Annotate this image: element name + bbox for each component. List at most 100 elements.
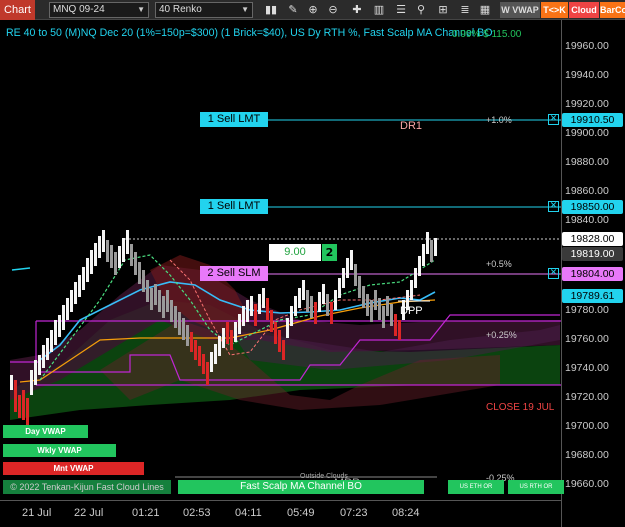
renko-brick bbox=[194, 340, 197, 360]
renko-brick bbox=[414, 268, 417, 288]
time-tick: 04:11 bbox=[235, 507, 262, 519]
pct-025-label: +0.25% bbox=[486, 330, 517, 340]
close-label: CLOSE 19 JUL bbox=[486, 402, 555, 413]
indicators-icon[interactable]: ⊞ bbox=[436, 3, 450, 17]
instrument-selector[interactable]: MNQ 09-24 ▼ bbox=[49, 2, 149, 18]
renko-brick bbox=[366, 294, 369, 316]
renko-brick bbox=[218, 336, 221, 356]
renko-brick bbox=[114, 252, 117, 275]
renko-brick bbox=[386, 296, 389, 316]
renko-brick bbox=[370, 300, 373, 322]
renko-brick bbox=[306, 290, 309, 312]
renko-brick bbox=[274, 322, 277, 344]
chevron-down-icon: ▼ bbox=[241, 5, 249, 14]
price-tick: 19900.00 bbox=[565, 127, 609, 139]
renko-brick bbox=[226, 322, 229, 344]
cloud-lines-credit: © 2022 Tenkan-Kijun Fast Cloud Lines bbox=[3, 480, 171, 494]
renko-brick bbox=[326, 294, 329, 316]
cancel-order-1-icon[interactable]: ✕ bbox=[548, 114, 559, 125]
sell-slm-order[interactable]: 2 Sell SLM bbox=[200, 266, 268, 281]
renko-brick bbox=[174, 306, 177, 328]
renko-brick bbox=[186, 325, 189, 346]
drawing-tools-icon[interactable]: ▦ bbox=[478, 3, 492, 17]
us-rth-or-button[interactable]: US RTH OR bbox=[508, 480, 564, 494]
mnt-vwap-button[interactable]: Mnt VWAP bbox=[3, 462, 144, 475]
renko-brick bbox=[294, 296, 297, 316]
renko-brick bbox=[66, 298, 69, 320]
renko-brick bbox=[426, 232, 429, 254]
cancel-order-2-icon[interactable]: ✕ bbox=[548, 201, 559, 212]
renko-brick bbox=[362, 286, 365, 308]
sell-lmt-order-2[interactable]: 1 Sell LMT bbox=[200, 199, 268, 214]
bars-icon[interactable]: ▮▮ bbox=[264, 3, 278, 17]
renko-brick bbox=[158, 290, 161, 312]
renko-brick bbox=[42, 345, 45, 368]
cancel-order-3-icon[interactable]: ✕ bbox=[548, 268, 559, 279]
pencil-icon[interactable]: ✎ bbox=[286, 3, 300, 17]
renko-brick bbox=[34, 360, 37, 385]
price-tick: 19840.00 bbox=[565, 214, 609, 226]
renko-brick bbox=[54, 320, 57, 345]
crosshair-icon[interactable]: ✚ bbox=[350, 3, 364, 17]
zoom-in-icon[interactable]: ⊕ bbox=[306, 3, 320, 17]
position-pnl[interactable]: 9.00 bbox=[269, 244, 321, 261]
tk-button[interactable]: T<>K bbox=[541, 2, 568, 18]
position-quantity[interactable]: 2 bbox=[322, 244, 337, 261]
fast-scalp-button[interactable]: Fast Scalp MA Channel BO bbox=[178, 480, 424, 494]
renko-brick bbox=[10, 375, 13, 390]
sell-slm-price-tag: 19804.00 bbox=[562, 267, 623, 281]
renko-brick bbox=[146, 280, 149, 302]
renko-brick bbox=[374, 290, 377, 310]
price-tick: 19760.00 bbox=[565, 333, 609, 345]
price-tick: 19660.00 bbox=[565, 478, 609, 490]
price-tick: 19700.00 bbox=[565, 420, 609, 432]
renko-brick bbox=[210, 352, 213, 372]
sell-lmt-1-price-tag: 19910.50 bbox=[562, 113, 623, 127]
renko-brick bbox=[214, 344, 217, 364]
price-tick: 19740.00 bbox=[565, 362, 609, 374]
layers-icon[interactable]: ☰ bbox=[394, 3, 408, 17]
renko-brick bbox=[86, 258, 89, 282]
renko-brick bbox=[262, 288, 265, 308]
renko-brick bbox=[74, 282, 77, 304]
renko-brick bbox=[30, 370, 33, 395]
w-vwap-button[interactable]: W VWAP bbox=[500, 2, 540, 18]
time-tick: 21 Jul bbox=[22, 507, 52, 519]
properties-icon[interactable]: ⚲ bbox=[414, 3, 428, 17]
renko-brick bbox=[398, 320, 401, 340]
zoom-out-icon[interactable]: ⊖ bbox=[326, 3, 340, 17]
renko-brick bbox=[254, 304, 257, 326]
renko-brick bbox=[198, 346, 201, 366]
wkly-vwap-button[interactable]: Wkly VWAP bbox=[3, 444, 116, 457]
toolbar: Chart MNQ 09-24 ▼ 40 Renko ▼ ▮▮ ✎ ⊕ ⊖ ✚ … bbox=[0, 0, 625, 20]
sell-lmt-order-1[interactable]: 1 Sell LMT bbox=[200, 112, 268, 127]
renko-brick bbox=[190, 332, 193, 352]
renko-brick bbox=[82, 267, 85, 290]
renko-brick bbox=[14, 380, 17, 412]
cloud-button[interactable]: Cloud bbox=[569, 2, 599, 18]
chart-style-icon[interactable]: ▥ bbox=[372, 3, 386, 17]
renko-brick bbox=[410, 280, 413, 300]
renko-brick bbox=[390, 304, 393, 326]
renko-brick bbox=[318, 292, 321, 312]
strategies-icon[interactable]: ≣ bbox=[458, 3, 472, 17]
bar-type-selector[interactable]: 40 Renko ▼ bbox=[155, 2, 253, 18]
us-eth-or-button[interactable]: US ETH OR bbox=[448, 480, 504, 494]
renko-brick bbox=[206, 362, 209, 385]
price-tick: 19940.00 bbox=[565, 69, 609, 81]
chart-menu-button[interactable]: Chart bbox=[0, 0, 35, 20]
time-tick: 02:53 bbox=[183, 507, 211, 519]
renko-brick bbox=[242, 306, 245, 326]
barco-button[interactable]: BarCo bbox=[600, 2, 625, 18]
time-tick: 08:24 bbox=[392, 507, 420, 519]
renko-brick bbox=[182, 318, 185, 340]
renko-brick bbox=[290, 306, 293, 326]
renko-brick bbox=[338, 278, 341, 298]
renko-brick bbox=[138, 262, 141, 284]
day-vwap-button[interactable]: Day VWAP bbox=[3, 425, 88, 438]
renko-brick bbox=[342, 268, 345, 288]
renko-brick bbox=[230, 330, 233, 350]
renko-brick bbox=[46, 338, 49, 360]
price-tick: 19720.00 bbox=[565, 391, 609, 403]
renko-brick bbox=[314, 302, 317, 324]
